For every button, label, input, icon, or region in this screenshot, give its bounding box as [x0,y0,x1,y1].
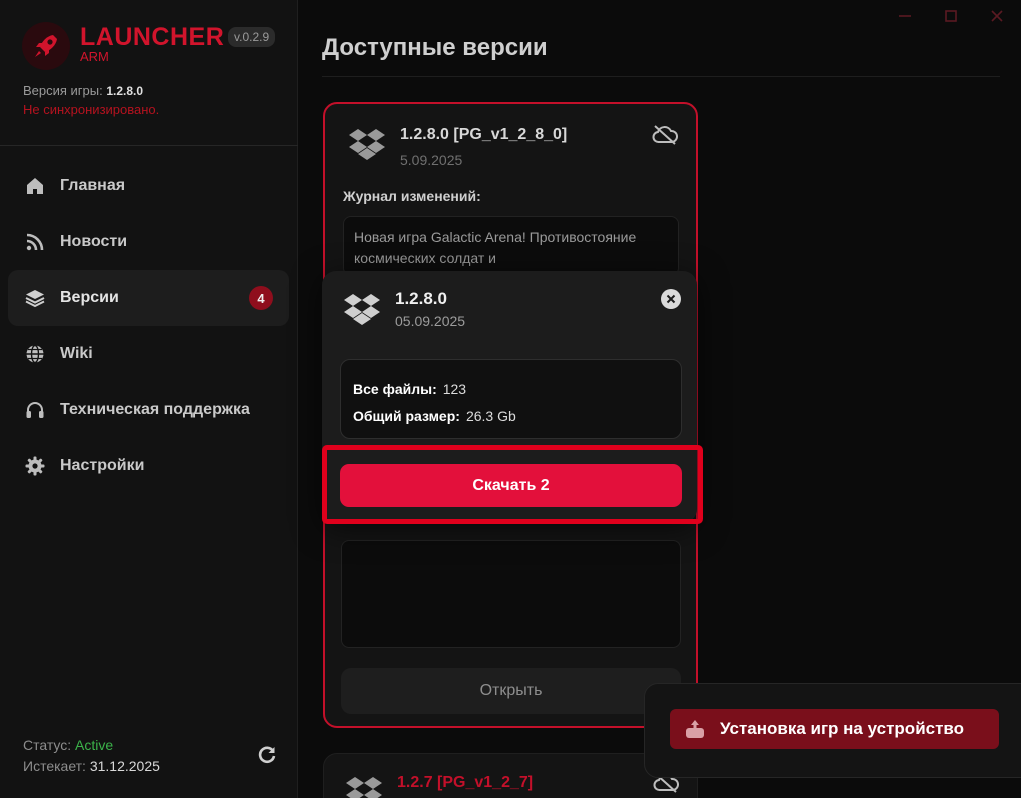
changelog-label: Журнал изменений: [343,188,481,204]
game-version: Версия игры: 1.2.8.0 [23,83,143,98]
close-icon[interactable] [661,289,681,309]
license-status: Статус: Active [23,737,113,753]
version-card-title: 1.2.7 [PG_v1_2_7] [397,774,534,791]
version-card-title: 1.2.8.0 [PG_v1_2_8_0] [400,126,568,143]
total-size-row: Общий размер: 26.3 Gb [353,403,669,430]
close-window-button[interactable] [985,6,1009,26]
sidebar-item-label: Wiki [60,345,93,362]
sidebar-item-home[interactable]: Главная [8,158,289,214]
sidebar-item-wiki[interactable]: Wiki [8,326,289,382]
version-card: 1.2.7 [PG_v1_2_7] [323,753,698,798]
status-label: Статус: [23,737,72,753]
total-size-label: Общий размер: [353,408,460,424]
home-icon [24,175,46,197]
minimize-button[interactable] [893,6,917,26]
sidebar-item-news[interactable]: Новости [8,214,289,270]
sidebar-item-label: Техническая поддержка [60,401,250,418]
dropbox-icon [342,291,386,335]
popup-date: 05.09.2025 [395,313,466,329]
card-lower-box [341,540,681,648]
game-version-value: 1.2.8.0 [106,84,144,98]
versions-count-badge: 4 [249,286,273,310]
page-title: Доступные версии [322,34,548,61]
dropbox-icon [347,126,391,170]
gear-icon [24,455,46,477]
refresh-icon[interactable] [256,744,278,766]
download-button[interactable]: Скачать 2 [340,464,682,507]
sidebar-item-label: Настройки [60,457,145,474]
globe-icon [24,343,46,365]
layers-icon [24,287,46,309]
install-games-label: Установка игр на устройство [720,719,965,738]
status-value: Active [75,737,114,753]
title-divider [322,76,1000,77]
popup-title: 1.2.8.0 [395,289,447,308]
sidebar-item-label: Главная [60,177,126,194]
maximize-button[interactable] [939,6,963,26]
sidebar-item-versions[interactable]: Версии 4 [8,270,289,326]
brand-subtitle: ARM [80,49,109,64]
dropbox-icon [344,774,388,798]
version-card-date: 5.09.2025 [400,152,463,168]
total-size-value: 26.3 Gb [465,408,516,424]
game-version-label: Версия игры: [23,83,103,98]
sidebar-divider [0,145,298,146]
upload-icon [684,718,706,740]
files-count-label: Все файлы: [353,381,437,397]
sidebar-item-label: Новости [60,233,128,250]
sidebar-item-support[interactable]: Техническая поддержка [8,382,289,438]
sidebar-item-settings[interactable]: Настройки [8,438,289,494]
sidebar: LAUNCHER ARM v.0.2.9 Версия игры: 1.2.8.… [0,0,298,798]
expires-value: 31.12.2025 [89,758,160,774]
expires-label: Истекает: [23,758,86,774]
open-button[interactable]: Открыть [341,668,681,714]
sidebar-item-label: Версии [60,289,119,306]
download-info-box: Все файлы: 123 Общий размер: 26.3 Gb [340,359,682,439]
sync-status: Не синхронизировано. [23,102,160,117]
rocket-logo-icon [22,22,70,70]
brand-title: LAUNCHER [80,23,225,51]
files-count-row: Все файлы: 123 [353,376,669,403]
headphones-icon [24,399,46,421]
rss-icon [24,231,46,253]
window-controls [893,6,1009,26]
license-expiry: Истекает: 31.12.2025 [23,758,160,774]
install-games-button[interactable]: Установка игр на устройство [670,709,999,749]
cloud-off-icon [652,124,680,148]
files-count-value: 123 [442,381,467,397]
launcher-version-badge: v.0.2.9 [228,27,276,47]
changelog-text: Новая игра Galactic Arena! Противостояни… [343,216,679,276]
sidebar-nav: Главная Новости Версии 4 Wiki Техническа… [8,158,289,494]
brand: LAUNCHER ARM [22,22,224,70]
